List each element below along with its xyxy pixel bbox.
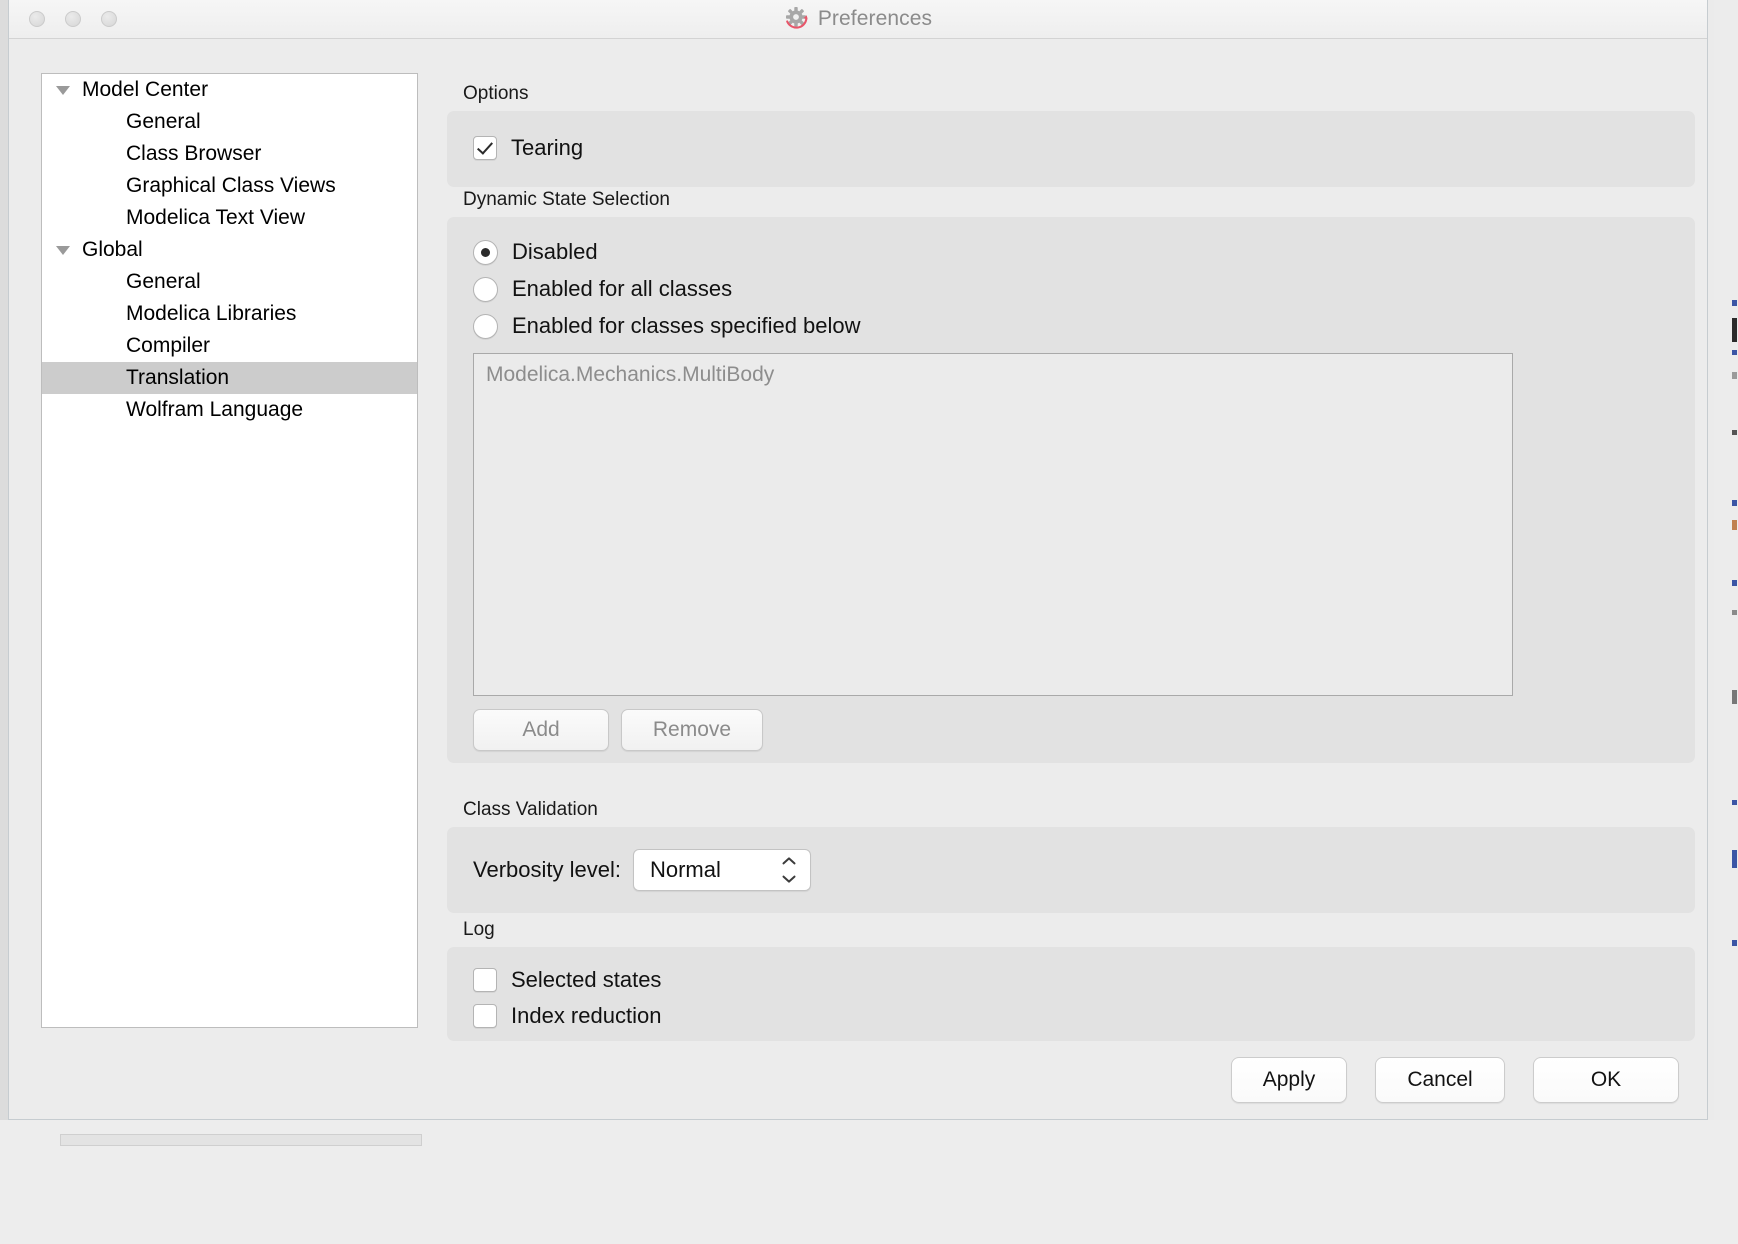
- sidebar-item-global-general[interactable]: General: [42, 266, 417, 298]
- window-titlebar: Preferences: [9, 0, 1707, 39]
- window-body: Model Center General Class Browser Graph…: [9, 39, 1707, 1119]
- log-group-box: Selected states Index reduction: [447, 947, 1695, 1041]
- add-button[interactable]: Add: [473, 709, 609, 751]
- log-section: Log Selected states Index reduction: [447, 919, 1695, 1041]
- selected-states-checkbox[interactable]: [473, 968, 497, 992]
- chevron-down-icon[interactable]: [52, 85, 74, 95]
- sidebar-item-label: General: [126, 270, 201, 293]
- cancel-button[interactable]: Cancel: [1375, 1057, 1505, 1103]
- radio-enabled-specified-below[interactable]: [473, 313, 498, 339]
- log-group-label: Log: [463, 919, 495, 940]
- class-list-box[interactable]: Modelica.Mechanics.MultiBody: [473, 353, 1513, 696]
- radio-row-enabled-specified[interactable]: Enabled for classes specified below: [473, 313, 1695, 339]
- sidebar-item-compiler[interactable]: Compiler: [42, 330, 417, 362]
- sidebar-item-label: General: [126, 110, 201, 133]
- class-validation-group-box: Verbosity level: Normal: [447, 827, 1695, 913]
- chevron-up-icon[interactable]: [782, 857, 796, 865]
- sidebar-item-label: Model Center: [82, 78, 209, 101]
- radio-row-disabled[interactable]: Disabled: [473, 239, 1695, 265]
- radio-enabled-specified-below-label: Enabled for classes specified below: [512, 313, 861, 338]
- list-item[interactable]: Modelica.Mechanics.MultiBody: [474, 354, 1512, 387]
- sidebar-item-label: Translation: [126, 366, 230, 389]
- options-section: Options Tearing: [447, 83, 1695, 187]
- radio-disabled-label: Disabled: [512, 239, 598, 264]
- sidebar-item-label: Class Browser: [126, 142, 262, 165]
- background-bottom-bar: [60, 1134, 422, 1146]
- dynamic-state-selection-section: Dynamic State Selection Disabled Enabled…: [447, 189, 1695, 763]
- sidebar-item-modelica-text-view[interactable]: Modelica Text View: [42, 202, 417, 234]
- sidebar-item-label: Compiler: [126, 334, 211, 357]
- sidebar-item-class-browser[interactable]: Class Browser: [42, 138, 417, 170]
- sidebar-item-label: Graphical Class Views: [126, 174, 336, 197]
- radio-disabled[interactable]: [473, 239, 498, 265]
- class-validation-group-label: Class Validation: [463, 799, 598, 820]
- verbosity-level-select-wrap[interactable]: Normal: [632, 849, 811, 891]
- tearing-label: Tearing: [511, 135, 584, 160]
- sidebar-item-label: Modelica Libraries: [126, 302, 297, 325]
- settings-pane: Options Tearing Dynamic State Selection …: [447, 39, 1707, 1119]
- sidebar-item-graphical-class-views[interactable]: Graphical Class Views: [42, 170, 417, 202]
- verbosity-level-label: Verbosity level:: [473, 857, 621, 882]
- window-title-group: Preferences: [9, 0, 1707, 38]
- class-validation-section: Class Validation Verbosity level: Normal: [447, 799, 1695, 913]
- verbosity-level-value: Normal: [649, 857, 721, 882]
- tearing-checkbox-row[interactable]: Tearing: [473, 135, 1695, 161]
- preferences-tree[interactable]: Model Center General Class Browser Graph…: [41, 73, 418, 1028]
- sidebar-item-global[interactable]: Global: [42, 234, 417, 266]
- chevron-down-icon[interactable]: [52, 245, 74, 255]
- ok-button[interactable]: OK: [1533, 1057, 1679, 1103]
- selected-states-label: Selected states: [511, 967, 662, 992]
- sidebar-item-model-center-general[interactable]: General: [42, 106, 417, 138]
- options-group-box: Tearing: [447, 111, 1695, 187]
- verbosity-stepper[interactable]: [781, 857, 797, 883]
- radio-enabled-all-classes[interactable]: [473, 276, 498, 302]
- dialog-footer: Apply Cancel OK: [1231, 1057, 1679, 1103]
- index-reduction-label: Index reduction: [511, 1003, 662, 1028]
- radio-row-enabled-all[interactable]: Enabled for all classes: [473, 276, 1695, 302]
- sidebar-item-label: Modelica Text View: [126, 206, 305, 229]
- selected-states-checkbox-row[interactable]: Selected states: [473, 967, 1695, 993]
- gear-icon: [785, 7, 808, 29]
- apply-button[interactable]: Apply: [1231, 1057, 1347, 1103]
- background-right-strip: [1714, 0, 1738, 1244]
- window-title: Preferences: [817, 7, 933, 30]
- sidebar-item-wolfram-language[interactable]: Wolfram Language: [42, 394, 417, 426]
- radio-enabled-all-classes-label: Enabled for all classes: [512, 276, 733, 301]
- dynamic-state-group-label: Dynamic State Selection: [463, 189, 670, 210]
- dynamic-state-group-box: Disabled Enabled for all classes Enabled…: [447, 217, 1695, 763]
- sidebar-item-translation[interactable]: Translation: [42, 362, 417, 394]
- remove-button[interactable]: Remove: [621, 709, 763, 751]
- sidebar-item-model-center[interactable]: Model Center: [42, 74, 417, 106]
- options-group-label: Options: [463, 83, 529, 104]
- preferences-window: Preferences Model Center General Class B…: [8, 0, 1708, 1120]
- tearing-checkbox[interactable]: [473, 136, 497, 160]
- list-actions: Add Remove: [473, 709, 1695, 751]
- sidebar-item-label: Wolfram Language: [126, 398, 304, 421]
- sidebar-item-label: Global: [82, 238, 143, 261]
- index-reduction-checkbox[interactable]: [473, 1004, 497, 1028]
- index-reduction-checkbox-row[interactable]: Index reduction: [473, 1003, 1695, 1029]
- chevron-down-icon[interactable]: [782, 875, 796, 883]
- sidebar-item-modelica-libraries[interactable]: Modelica Libraries: [42, 298, 417, 330]
